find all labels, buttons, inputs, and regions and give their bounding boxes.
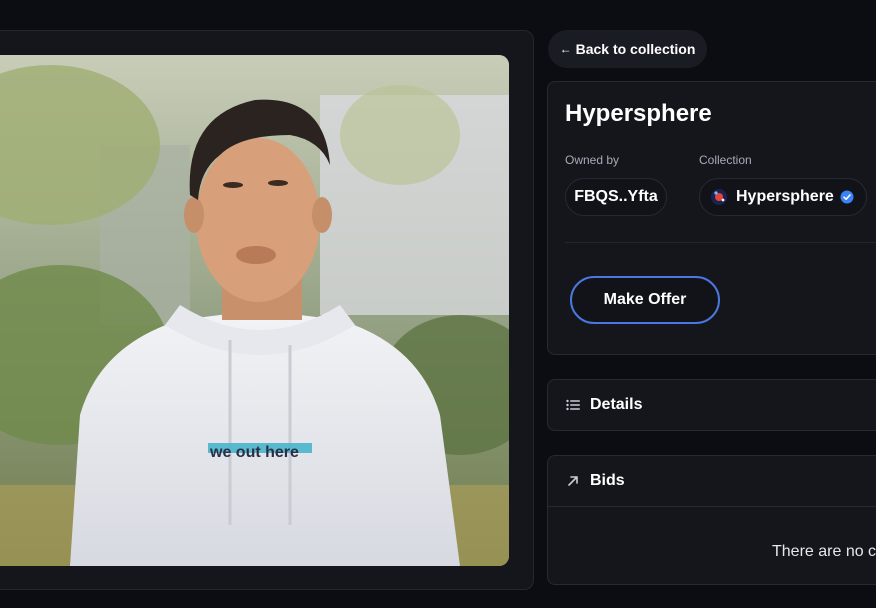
verified-badge-icon: [840, 190, 854, 204]
collection-name: Hypersphere: [736, 188, 834, 205]
back-to-collection-button[interactable]: ← Back to collection: [548, 30, 707, 68]
owner-pill[interactable]: FBQS..Yfta: [565, 178, 667, 216]
make-offer-label: Make Offer: [603, 291, 687, 308]
details-header[interactable]: Details: [566, 380, 642, 430]
bids-empty-message: There are no c: [772, 543, 876, 560]
divider: [565, 242, 876, 243]
hoodie-caption: we out here: [209, 444, 299, 461]
collection-pill[interactable]: Hypersphere: [699, 178, 867, 216]
hypersphere-logo-icon: [710, 188, 728, 206]
bids-label: Bids: [590, 472, 625, 489]
arrow-left-icon: ←: [559, 42, 572, 56]
details-label: Details: [590, 396, 643, 413]
bids-header[interactable]: Bids: [566, 456, 625, 506]
divider: [548, 506, 876, 507]
bids-section: Bids There are no c: [547, 455, 876, 585]
details-section[interactable]: Details: [547, 379, 876, 431]
owner-address: FBQS..Yfta: [574, 188, 658, 205]
nft-info-card: Hypersphere Owned by Collection FBQS..Yf…: [547, 81, 876, 355]
page-title: Hypersphere: [565, 100, 712, 127]
arrow-up-right-icon: [566, 474, 580, 488]
collection-label: Collection: [699, 153, 752, 167]
list-icon: [566, 398, 580, 412]
nft-image: we out here: [0, 55, 509, 566]
owned-by-label: Owned by: [565, 153, 620, 167]
make-offer-button[interactable]: Make Offer: [570, 276, 720, 324]
back-button-label: Back to collection: [575, 41, 696, 57]
